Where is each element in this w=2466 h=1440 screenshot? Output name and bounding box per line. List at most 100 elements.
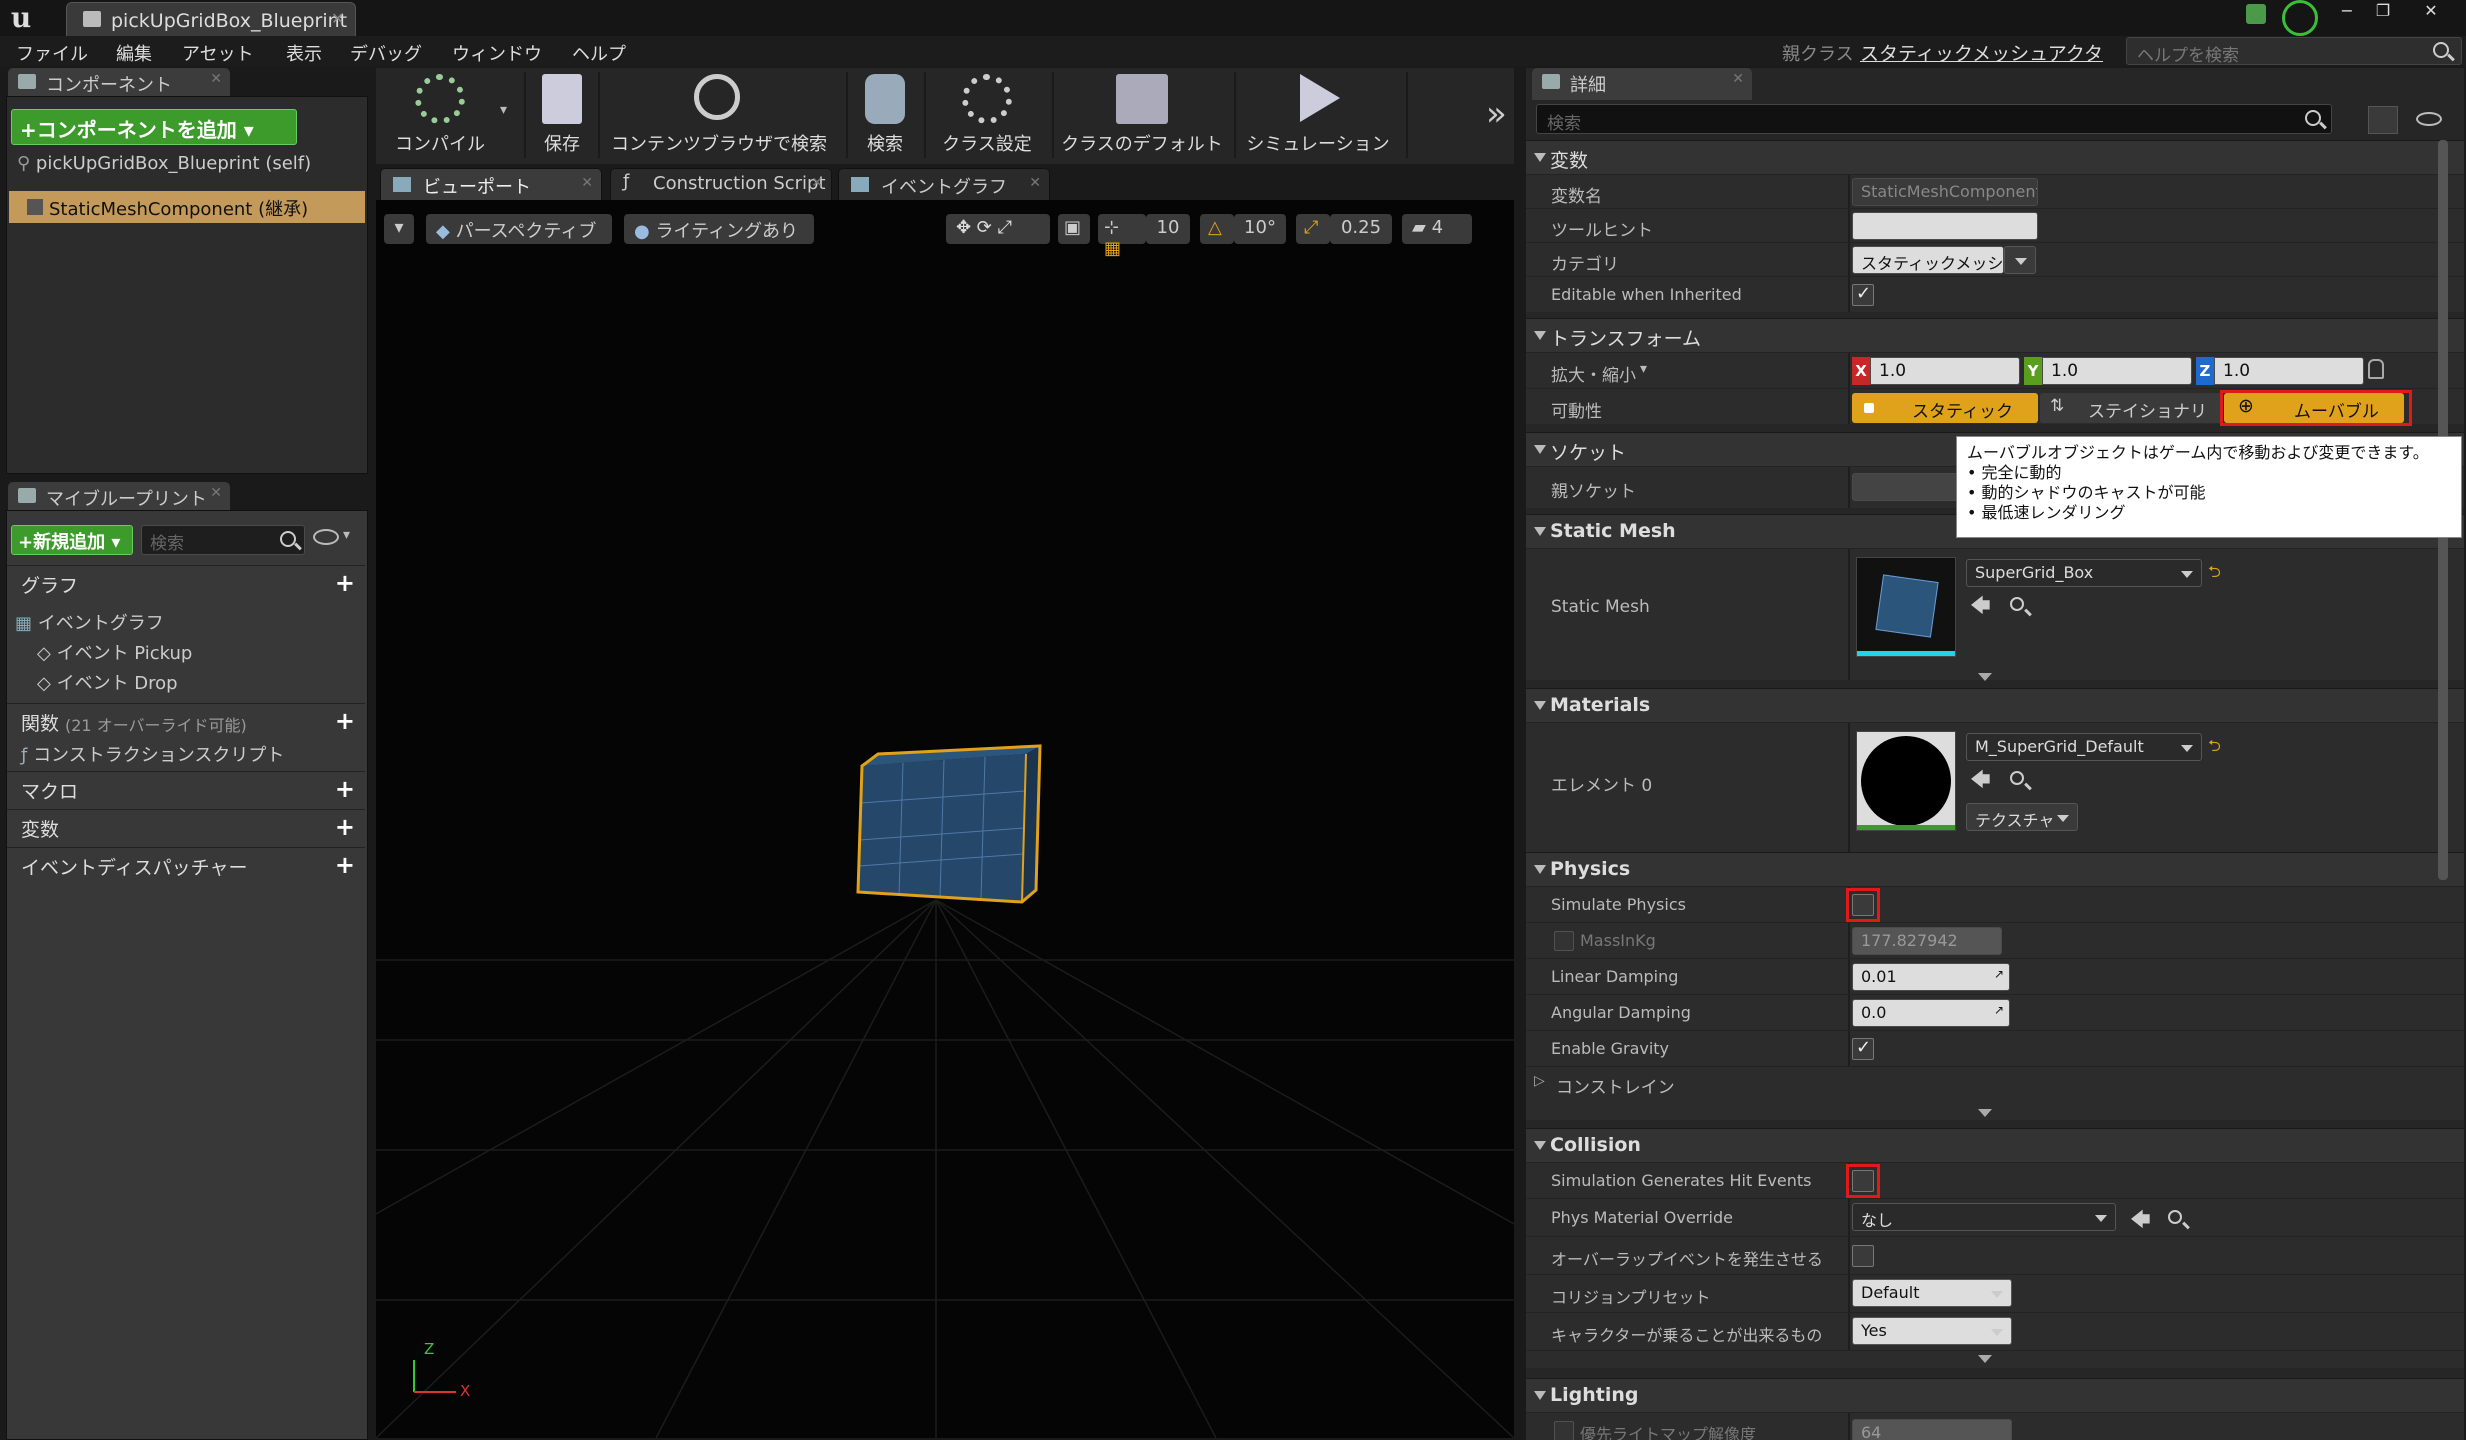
use-selected-asset-icon[interactable]: 🡄: [2130, 1205, 2151, 1239]
close-tab-icon[interactable]: ✕: [1732, 71, 1744, 87]
static-mesh-thumbnail[interactable]: [1856, 557, 1956, 657]
category-field[interactable]: スタティックメッシ: [1852, 246, 2004, 274]
view-options-eye-icon[interactable]: [2416, 112, 2442, 126]
close-tab-icon[interactable]: ✕: [1029, 175, 1041, 191]
help-search-input[interactable]: ヘルプを検索: [2126, 37, 2462, 66]
tab-my-blueprint[interactable]: マイブループリント ✕: [8, 482, 230, 510]
mobility-stationary-button[interactable]: ⇅ ステイショナリー: [2040, 393, 2222, 447]
grid-snap-toggle[interactable]: ⊹ ▦: [1098, 214, 1146, 259]
tab-viewport[interactable]: ビューポート ✕: [380, 168, 602, 200]
menu-window[interactable]: ウィンドウ: [452, 40, 542, 66]
lightmap-override-checkbox[interactable]: [1554, 1421, 1574, 1440]
category-physics[interactable]: Physics: [1526, 852, 2464, 886]
restore-button[interactable]: ❐: [2366, 0, 2400, 22]
category-materials[interactable]: Materials: [1526, 688, 2464, 722]
lock-icon[interactable]: [2368, 359, 2384, 379]
add-graph-icon[interactable]: +: [335, 569, 355, 597]
transform-tools-group[interactable]: ✥ ⟳ ⤢: [946, 214, 1050, 244]
grid-snap-value[interactable]: 10: [1146, 214, 1190, 244]
section-functions[interactable]: 関数 (21 オーバーライド可能) +: [7, 703, 365, 737]
collision-preset-dropdown[interactable]: Default: [1852, 1279, 2012, 1307]
rotation-snap-value[interactable]: 10°: [1234, 214, 1286, 244]
visibility-eye-icon[interactable]: [313, 529, 339, 545]
mobility-static-button[interactable]: スタティック: [1852, 393, 2038, 423]
menu-debug[interactable]: デバッグ: [350, 40, 422, 66]
rotation-snap-toggle[interactable]: △: [1200, 214, 1234, 244]
document-tab[interactable]: pickUpGridBox_Blueprint ✕: [66, 2, 356, 36]
property-matrix-icon[interactable]: [2368, 106, 2398, 134]
tooltip-field[interactable]: [1852, 212, 2038, 240]
menu-view[interactable]: 表示: [286, 40, 322, 66]
lighting-mode-button[interactable]: ● ライティングあり: [624, 214, 814, 244]
variable-name-field[interactable]: StaticMeshComponent: [1852, 178, 2038, 206]
overlap-events-checkbox[interactable]: [1852, 1245, 1874, 1267]
minimize-button[interactable]: −: [2330, 0, 2364, 22]
reset-to-default-icon[interactable]: ⮌: [2208, 735, 2221, 762]
tab-construction-script[interactable]: ƒ Construction Script ✕: [610, 168, 832, 200]
parent-class-link[interactable]: スタティックメッシュアクタ: [1860, 39, 2103, 66]
browse-asset-icon[interactable]: [2010, 597, 2024, 611]
tab-event-graph[interactable]: イベントグラフ ✕: [838, 168, 1050, 200]
class-settings-button[interactable]: クラス設定: [928, 68, 1046, 164]
compile-button[interactable]: コンパイル: [382, 68, 498, 164]
save-button[interactable]: 保存: [528, 68, 596, 164]
reset-to-default-icon[interactable]: ⮌: [2208, 561, 2221, 588]
world-local-toggle[interactable]: ▣: [1058, 214, 1090, 244]
category-collision[interactable]: Collision: [1526, 1128, 2464, 1162]
material-thumbnail[interactable]: [1856, 731, 1956, 831]
menu-file[interactable]: ファイル: [16, 40, 88, 66]
expand-advanced-icon[interactable]: [1978, 673, 1992, 681]
browse-asset-icon[interactable]: [2010, 771, 2024, 785]
source-control-icon[interactable]: [2246, 4, 2266, 24]
expand-advanced-icon[interactable]: [1978, 1109, 1992, 1117]
close-tab-icon[interactable]: ✕: [331, 9, 344, 28]
section-graphs[interactable]: グラフ +: [7, 565, 365, 599]
add-function-icon[interactable]: +: [335, 707, 355, 735]
scale-y-field[interactable]: 1.0: [2042, 357, 2192, 385]
class-defaults-button[interactable]: クラスのデフォルト: [1056, 68, 1228, 164]
phys-material-dropdown[interactable]: なし: [1852, 1203, 2116, 1231]
close-tab-icon[interactable]: ✕: [210, 485, 222, 501]
menu-help[interactable]: ヘルプ: [572, 40, 626, 66]
expand-advanced-icon[interactable]: [1978, 1355, 1992, 1363]
camera-speed-button[interactable]: ▰ 4: [1402, 214, 1472, 244]
angular-damping-field[interactable]: 0.0: [1852, 999, 2010, 1027]
texture-dropdown[interactable]: テクスチャ: [1966, 803, 2078, 831]
scale-options-arrow-icon[interactable]: ▾: [1640, 361, 1647, 377]
blueprint-search-input[interactable]: 検索: [141, 525, 305, 555]
use-selected-asset-icon[interactable]: 🡄: [1970, 591, 1991, 625]
material-asset-picker[interactable]: M_SuperGrid_Default: [1966, 733, 2202, 761]
browse-asset-icon[interactable]: [2168, 1210, 2182, 1224]
row-collision-advanced[interactable]: [1526, 1350, 2464, 1368]
add-macro-icon[interactable]: +: [335, 775, 355, 803]
static-mesh-asset-picker[interactable]: SuperGrid_Box: [1966, 559, 2202, 587]
category-variable[interactable]: 変数: [1526, 140, 2464, 174]
section-macros[interactable]: マクロ +: [7, 771, 365, 805]
use-selected-asset-icon[interactable]: 🡄: [1970, 765, 1991, 799]
close-window-button[interactable]: ✕: [2414, 0, 2448, 22]
search-button[interactable]: 検索: [850, 68, 920, 164]
close-tab-icon[interactable]: ✕: [581, 175, 593, 191]
section-dispatchers[interactable]: イベントディスパッチャー +: [7, 847, 365, 881]
section-variables[interactable]: 変数 +: [7, 809, 365, 843]
add-component-button[interactable]: +コンポーネントを追加 ▾: [11, 109, 297, 145]
tab-details[interactable]: 詳細 ✕: [1532, 68, 1752, 100]
viewport[interactable]: Z X ▾ ◆ パースペクティブ ● ライティングあり ✥ ⟳ ⤢ ▣ ⊹ ▦ …: [376, 200, 1514, 1438]
tree-event-pickup[interactable]: ◇ イベント Pickup: [37, 639, 192, 665]
enable-gravity-checkbox[interactable]: [1852, 1037, 1874, 1060]
simulation-button[interactable]: シミュレーション: [1238, 68, 1398, 164]
linear-damping-field[interactable]: 0.01: [1852, 963, 2010, 991]
add-variable-icon[interactable]: +: [335, 813, 355, 841]
component-item-self[interactable]: ⚲ pickUpGridBox_Blueprint (self): [17, 153, 311, 174]
tab-components[interactable]: コンポーネント ✕: [8, 68, 230, 96]
can-step-up-dropdown[interactable]: Yes: [1852, 1317, 2012, 1345]
scale-x-field[interactable]: 1.0: [1870, 357, 2020, 385]
scale-z-field[interactable]: 1.0: [2214, 357, 2364, 385]
scale-snap-toggle[interactable]: ⤢: [1296, 214, 1330, 244]
component-item-static-mesh[interactable]: StaticMeshComponent (継承): [9, 191, 365, 223]
tree-event-graph[interactable]: ▦ イベントグラフ: [15, 609, 164, 635]
viewport-options-button[interactable]: ▾: [384, 214, 414, 244]
category-dropdown-button[interactable]: [2004, 246, 2036, 274]
marketplace-icon[interactable]: [2282, 0, 2318, 36]
scale-snap-value[interactable]: 0.25: [1330, 214, 1392, 244]
